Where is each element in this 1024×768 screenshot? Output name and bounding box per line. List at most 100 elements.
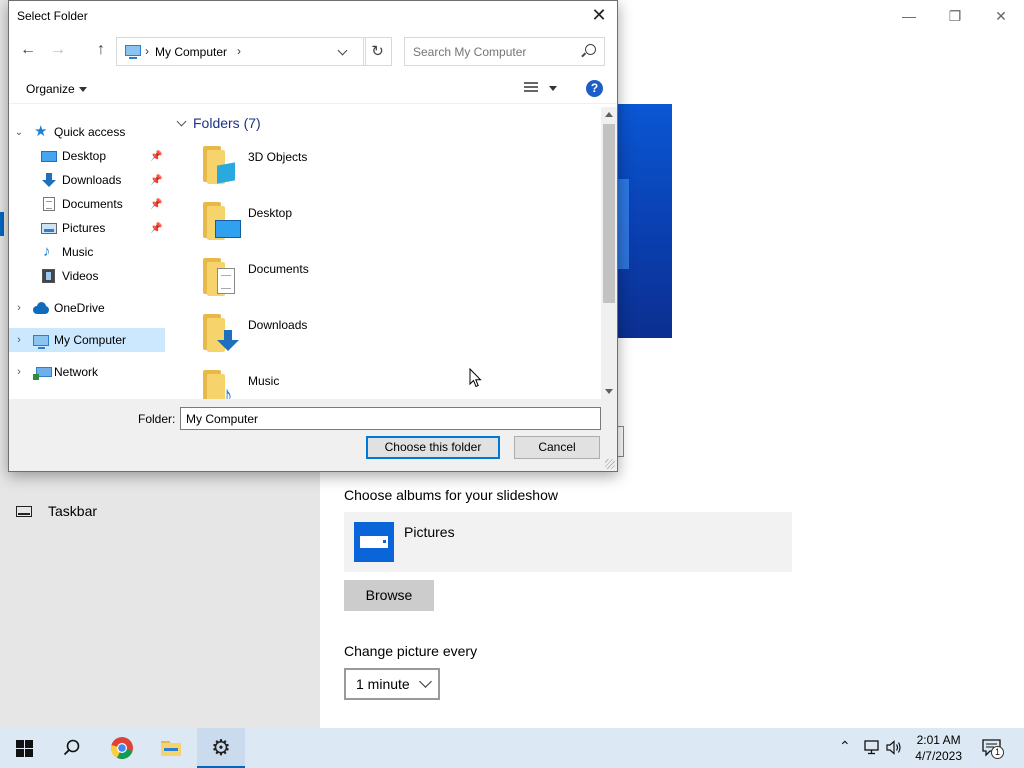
start-button[interactable] [0, 728, 48, 768]
folder-name-input[interactable] [180, 407, 601, 430]
network-tray-icon[interactable] [863, 740, 880, 758]
forward-button[interactable]: → [48, 41, 68, 59]
address-path[interactable]: My Computer [155, 45, 227, 59]
interval-dropdown[interactable]: 1 minute [344, 668, 440, 700]
clock-date: 4/7/2023 [915, 749, 962, 763]
music-folder-icon: ♪ [201, 368, 241, 399]
nav-item-label: Desktop [62, 149, 107, 163]
file-explorer-button[interactable] [147, 728, 195, 768]
pin-icon[interactable]: 📌 [150, 175, 162, 186]
pin-icon[interactable]: 📌 [150, 151, 162, 162]
chrome-button[interactable] [98, 728, 146, 768]
view-options-icon[interactable] [524, 82, 538, 95]
minimize-button[interactable]: — [898, 6, 920, 26]
nav-item-label: Quick access [54, 125, 126, 139]
folder-item-downloads[interactable]: Downloads [193, 308, 453, 364]
up-button[interactable]: ↑ [91, 41, 111, 59]
3d-objects-folder-icon [201, 144, 241, 184]
nav-item-pictures[interactable]: Pictures 📌 [9, 216, 165, 240]
expand-arrow-icon[interactable]: › [14, 302, 24, 314]
nav-item-downloads[interactable]: Downloads 📌 [9, 168, 165, 192]
nav-item-label: OneDrive [54, 301, 105, 315]
scroll-up-icon[interactable] [605, 112, 613, 117]
nav-item-label: Network [54, 365, 99, 379]
folder-item-desktop[interactable]: Desktop [193, 196, 453, 252]
chevron-up-icon[interactable]: ⌃ [839, 738, 851, 755]
folder-item-3d-objects[interactable]: 3D Objects [193, 140, 453, 196]
caret-down-icon [78, 87, 87, 93]
clock-time: 2:01 AM [916, 733, 961, 747]
change-picture-heading: Change picture every [344, 643, 478, 659]
desktop-icon [41, 150, 57, 162]
vertical-scrollbar[interactable] [601, 107, 617, 399]
nav-item-music[interactable]: ♪ Music [9, 240, 165, 264]
network-icon [33, 367, 52, 380]
expand-arrow-icon[interactable]: ⌄ [14, 127, 24, 138]
computer-icon [33, 334, 49, 349]
folder-name: Music [248, 374, 280, 388]
downloads-folder-icon [201, 312, 241, 352]
folder-item-music[interactable]: ♪ Music [193, 364, 453, 399]
album-name: Pictures [404, 524, 455, 540]
gear-icon: ⚙ [211, 735, 231, 760]
organize-button[interactable]: Organize [26, 82, 87, 96]
nav-selection-indicator [0, 212, 4, 236]
nav-item-videos[interactable]: Videos [9, 264, 165, 288]
chevron-down-icon[interactable] [337, 45, 348, 56]
view-dropdown-icon[interactable] [549, 86, 557, 91]
documents-icon [43, 197, 55, 211]
notification-badge: 1 [991, 746, 1004, 759]
scroll-down-icon[interactable] [605, 389, 613, 394]
nav-item-network[interactable]: › Network [9, 360, 165, 384]
nav-item-my-computer[interactable]: › My Computer [9, 328, 165, 352]
arrow-left-icon: ← [20, 41, 36, 58]
restore-button[interactable]: ❐ [944, 6, 966, 26]
folder-name: Documents [248, 262, 309, 276]
scrollbar-thumb[interactable] [603, 124, 615, 303]
pin-icon[interactable]: 📌 [150, 199, 162, 210]
pin-icon[interactable]: 📌 [150, 223, 162, 234]
nav-item-desktop[interactable]: Desktop 📌 [9, 144, 165, 168]
nav-item-onedrive[interactable]: › OneDrive [9, 296, 165, 320]
folder-name: Desktop [248, 206, 293, 220]
back-button[interactable]: ← [18, 41, 38, 59]
search-field[interactable] [404, 37, 605, 66]
refresh-icon: ↻ [371, 43, 384, 60]
nav-item-label: My Computer [54, 333, 127, 347]
nav-item-quick-access[interactable]: ⌄ ★ Quick access [9, 120, 165, 144]
settings-app-button[interactable]: ⚙ [197, 728, 245, 768]
volume-icon[interactable] [886, 740, 902, 758]
choose-folder-button[interactable]: Choose this folder [366, 436, 500, 459]
arrow-right-icon: → [50, 41, 66, 58]
album-card[interactable]: Pictures [344, 512, 792, 572]
desktop-folder-icon [201, 200, 241, 240]
resize-grip-icon[interactable] [605, 459, 615, 469]
search-button[interactable] [48, 728, 96, 768]
chevron-right-icon[interactable]: › [237, 44, 241, 58]
chevron-right-icon[interactable]: › [145, 44, 149, 58]
address-bar[interactable]: › My Computer › [116, 37, 366, 66]
action-center-button[interactable]: 1 [982, 738, 1004, 761]
expand-arrow-icon[interactable]: › [14, 334, 24, 346]
sidebar-item-taskbar[interactable]: Taskbar [16, 503, 97, 519]
taskbar-icon [16, 505, 32, 517]
nav-item-documents[interactable]: Documents 📌 [9, 192, 165, 216]
search-input[interactable] [405, 38, 575, 65]
expand-arrow-icon[interactable]: › [14, 366, 24, 378]
interval-value: 1 minute [356, 676, 410, 692]
onedrive-icon [33, 301, 49, 315]
background-dropdown-edge[interactable] [617, 426, 624, 457]
clock[interactable]: 2:01 AM 4/7/2023 [915, 732, 962, 764]
cancel-button[interactable]: Cancel [514, 436, 600, 459]
folder-item-documents[interactable]: Documents [193, 252, 453, 308]
group-header-folders[interactable]: Folders (7) [174, 115, 261, 131]
browse-button[interactable]: Browse [344, 580, 434, 611]
documents-folder-icon [201, 256, 241, 296]
close-button[interactable]: ✕ [990, 6, 1012, 26]
nav-item-label: Music [62, 245, 94, 259]
nav-item-label: Documents [62, 197, 123, 211]
chevron-down-icon [176, 116, 187, 126]
help-icon[interactable]: ? [586, 80, 603, 97]
refresh-button[interactable]: ↻ [363, 37, 392, 66]
dialog-close-button[interactable]: ✕ [589, 5, 609, 26]
